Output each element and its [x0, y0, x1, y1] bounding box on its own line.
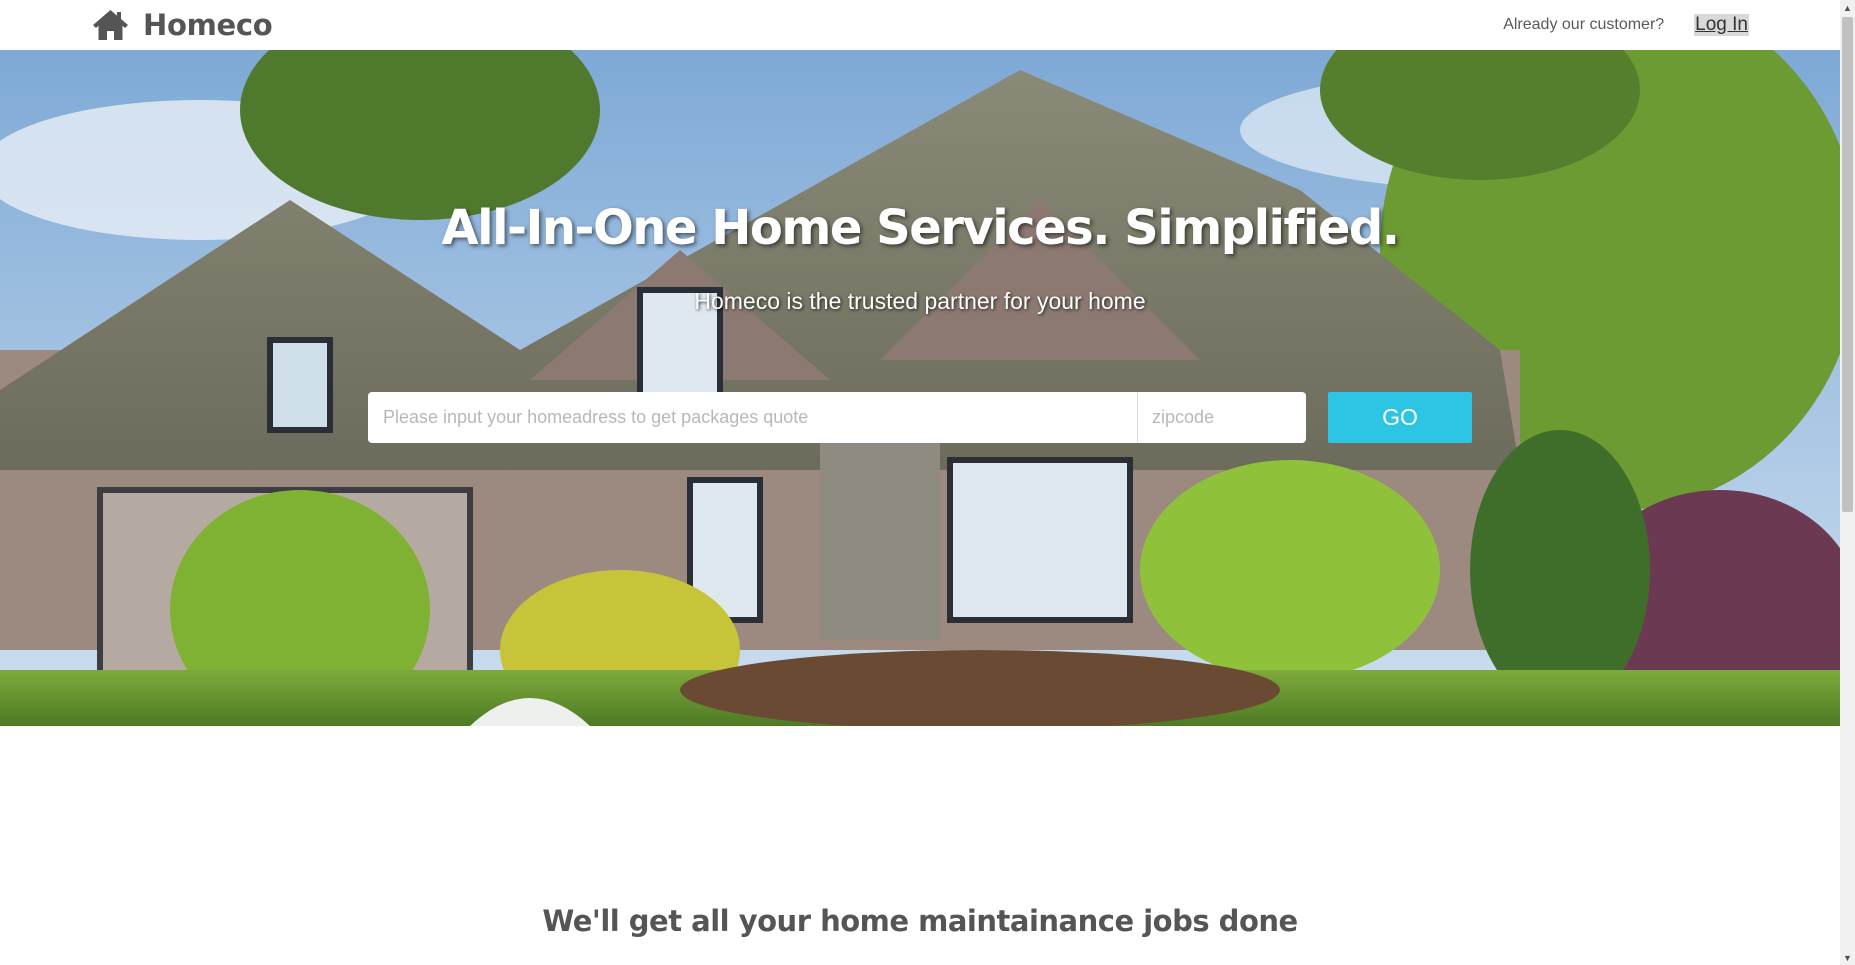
scrollbar-thumb[interactable] [1842, 17, 1853, 512]
brand-name: Homeco [143, 8, 273, 42]
house-background-image [0, 50, 1840, 726]
home-address-input[interactable] [368, 392, 1138, 443]
zipcode-input[interactable] [1138, 392, 1306, 443]
quote-search-form [368, 392, 1306, 443]
hero-subtitle: Homeco is the trusted partner for your h… [694, 288, 1146, 314]
services-section-title: We'll get all your home maintainance job… [542, 904, 1298, 938]
scroll-down-arrow-icon[interactable]: ▼ [1840, 950, 1855, 965]
page-scrollbar[interactable]: ▲ ▼ [1840, 0, 1855, 965]
scroll-up-arrow-icon[interactable]: ▲ [1840, 0, 1855, 15]
top-navbar: Homeco Already our customer? Log In [0, 0, 1840, 50]
account-nav: Already our customer? Log In [1503, 14, 1749, 36]
go-button[interactable]: GO [1328, 392, 1472, 443]
hero-banner: All-In-One Home Services. Simplified. Ho… [0, 50, 1840, 726]
home-icon [93, 10, 128, 40]
login-link[interactable]: Log In [1694, 14, 1749, 36]
hero-title: All-In-One Home Services. Simplified. [441, 200, 1400, 256]
brand-logo[interactable]: Homeco [92, 8, 273, 42]
customer-prompt: Already our customer? [1503, 16, 1665, 33]
